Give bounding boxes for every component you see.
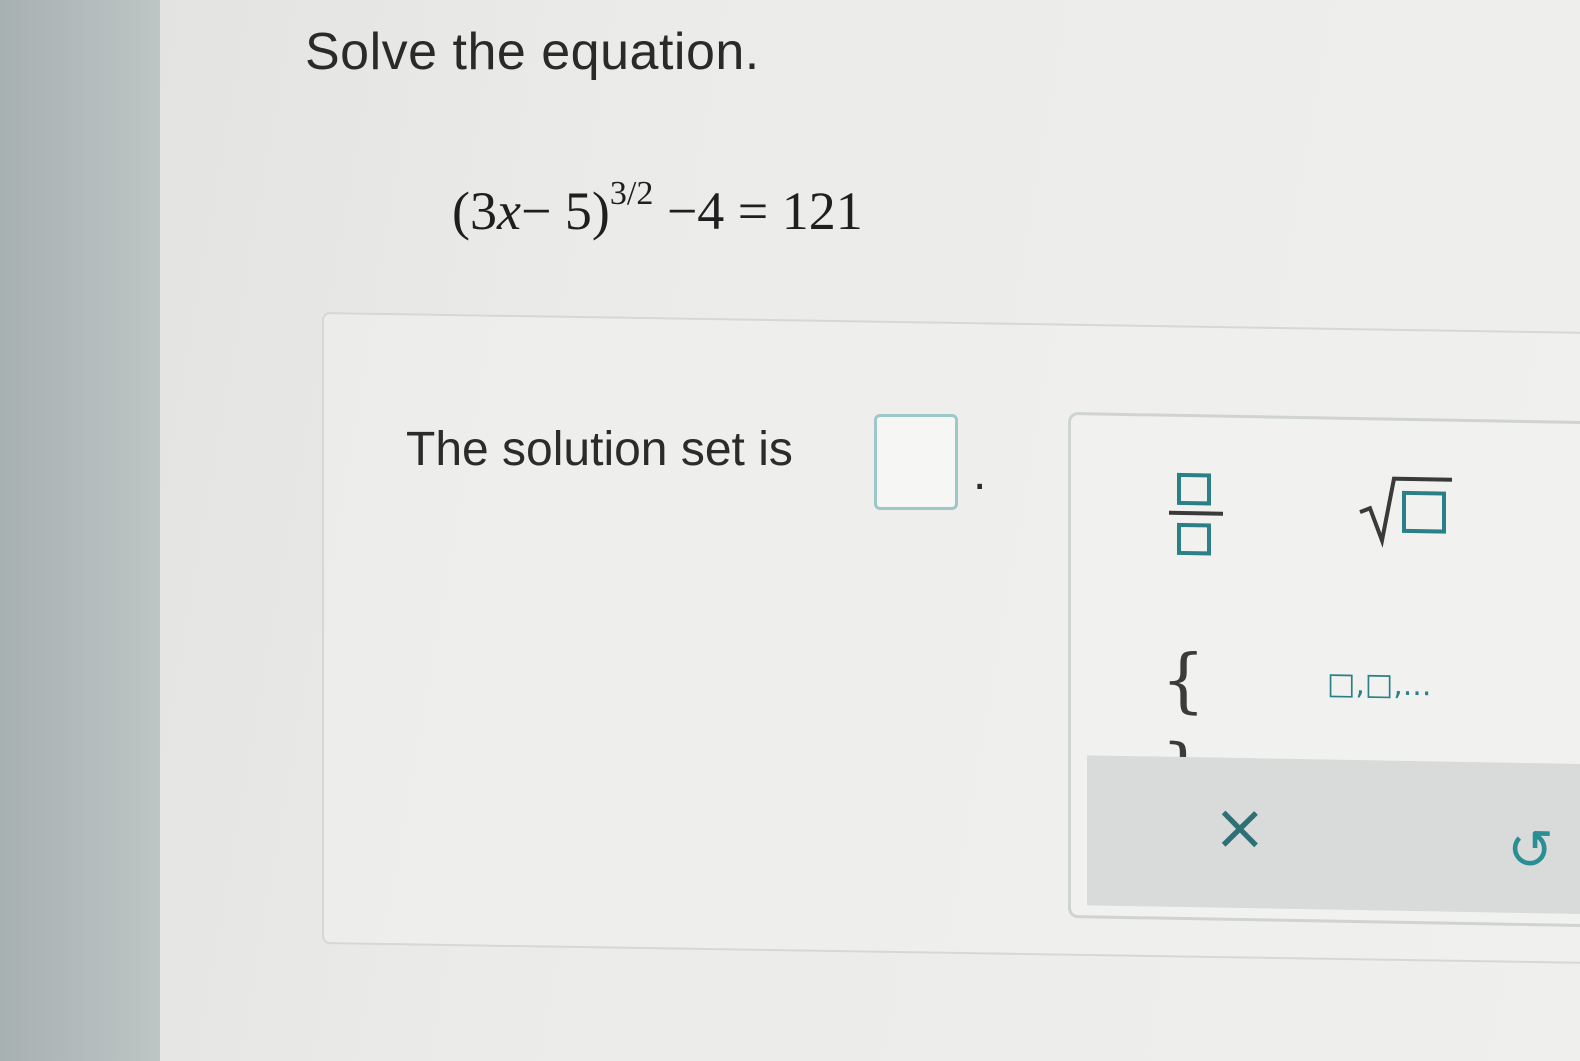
- clear-button[interactable]: ×: [1213, 791, 1273, 866]
- fraction-template-icon: [1169, 472, 1223, 556]
- square-root-button[interactable]: [1356, 470, 1456, 552]
- list-button[interactable]: □,□,...: [1327, 660, 1467, 712]
- question-instruction: Solve the equation.: [305, 23, 760, 81]
- equation-exponent: 3/2: [609, 175, 654, 212]
- set-braces-button[interactable]: { }: [1161, 635, 1241, 812]
- equation-rest: − 5): [520, 181, 610, 241]
- equation: (3x− 5)3/2 −4 = 121: [452, 175, 863, 242]
- math-palette: { } □,□,... × ↺: [1068, 412, 1580, 928]
- equation-tail: −4 = 121: [653, 181, 863, 241]
- solution-input[interactable]: [874, 414, 958, 510]
- palette-action-bar: × ↺: [1087, 755, 1580, 915]
- solution-prompt: The solution set is: [406, 423, 793, 476]
- undo-icon: ↺: [1507, 817, 1554, 884]
- equation-variable: x: [496, 181, 521, 241]
- list-template-icon: □,□,...: [1327, 666, 1432, 704]
- close-icon: ×: [1213, 790, 1267, 866]
- fraction-button[interactable]: [1167, 469, 1227, 560]
- sqrt-template-icon: [1359, 476, 1452, 548]
- sentence-period: .: [973, 447, 987, 500]
- equation-open: (3: [452, 181, 497, 241]
- undo-button[interactable]: ↺: [1507, 817, 1567, 884]
